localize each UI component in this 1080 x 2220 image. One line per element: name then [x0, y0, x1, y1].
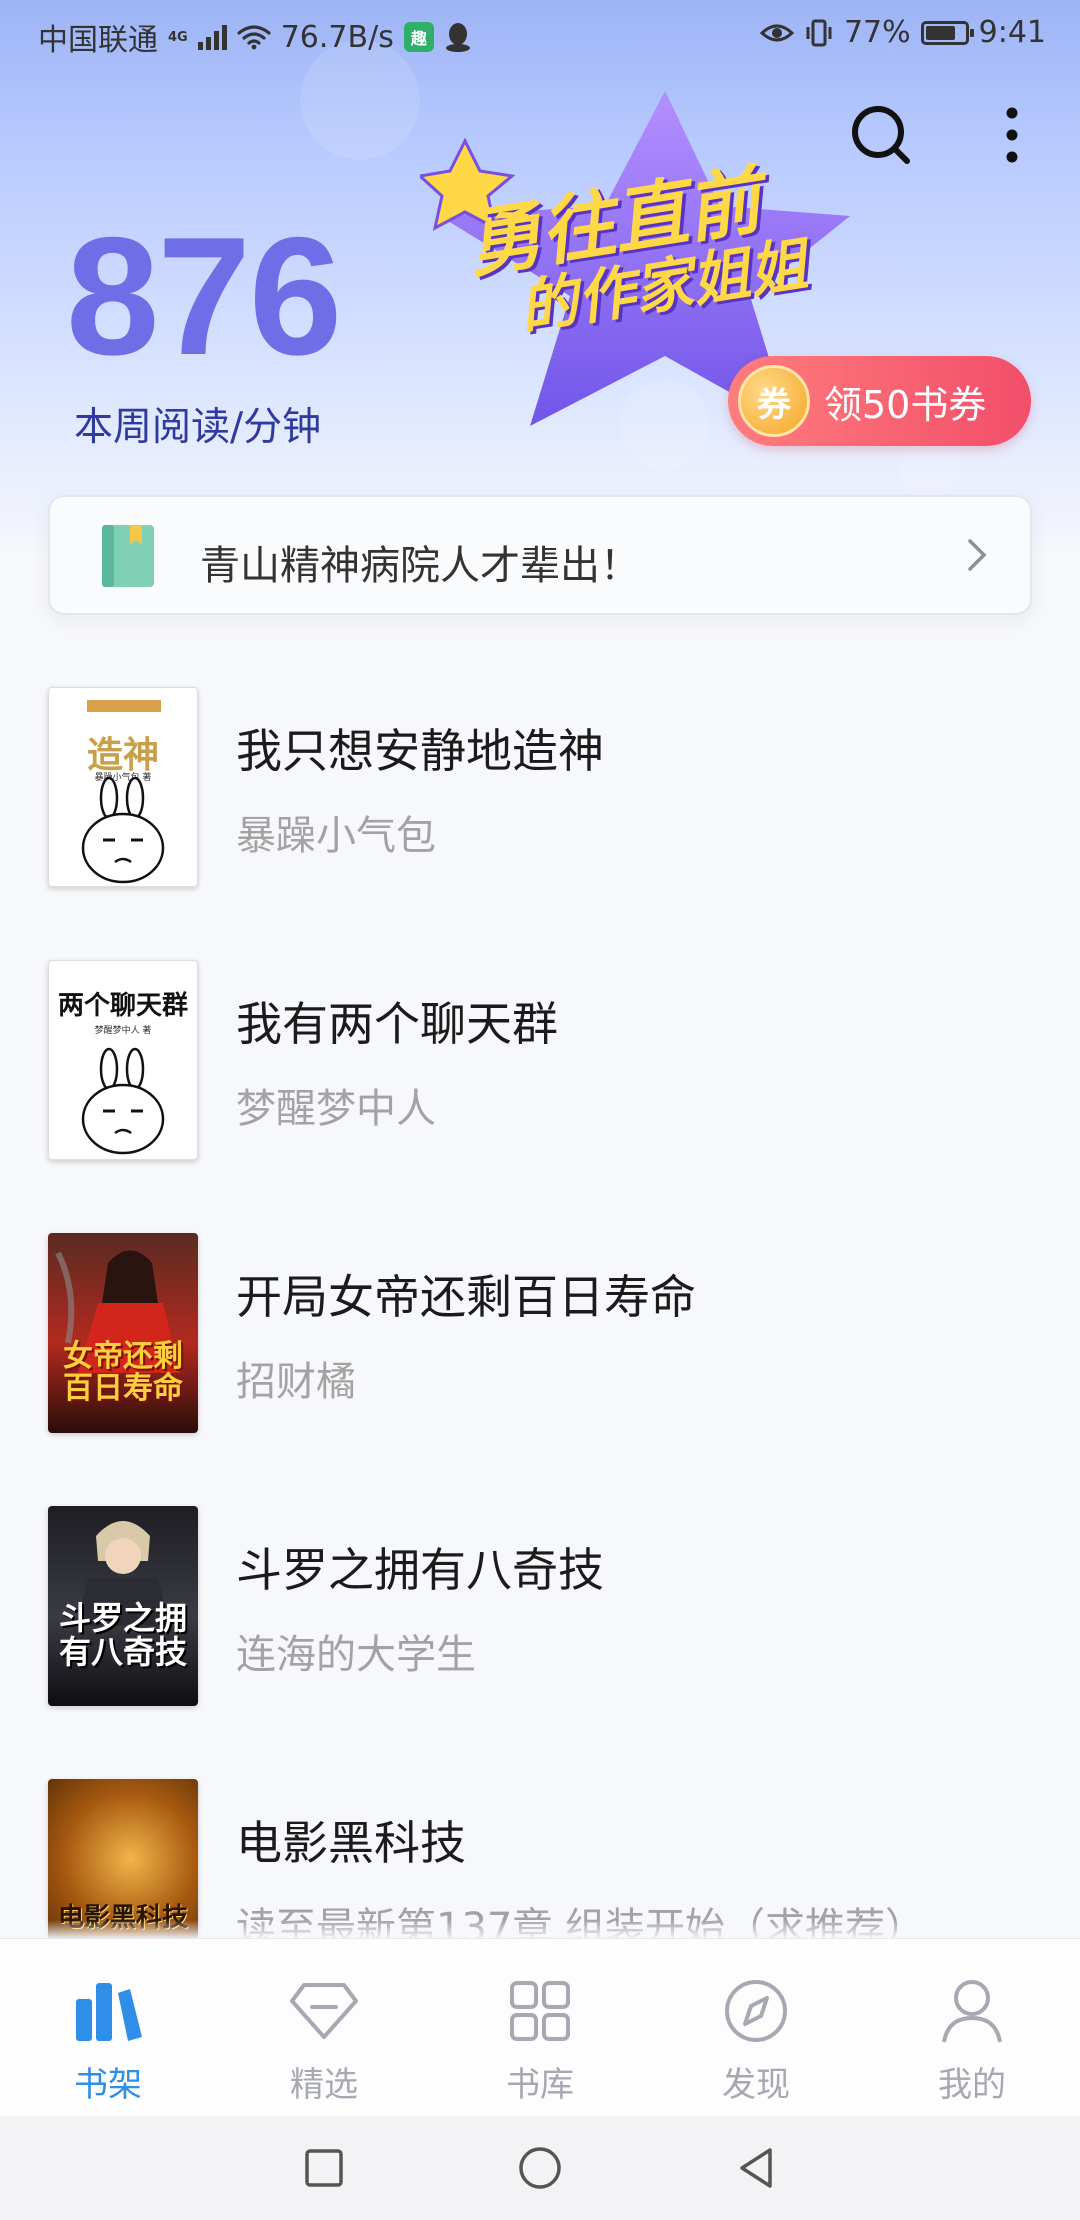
notice-banner[interactable]: 青山精神病院人才辈出！: [48, 495, 1032, 615]
tab-label: 精选: [290, 2065, 358, 2105]
list-fade: [0, 1920, 1080, 1940]
clock: 9:41: [978, 15, 1046, 50]
status-right: 77% 9:41: [759, 15, 1046, 50]
tab-label: 书库: [506, 2065, 574, 2105]
tab-discover[interactable]: 发现: [648, 1939, 864, 2117]
home-button[interactable]: [510, 2138, 570, 2198]
book-title: 开局女帝还剩百日寿命: [236, 1270, 696, 1324]
system-nav-bar: [0, 2116, 1080, 2220]
user-icon: [936, 1975, 1008, 2047]
tab-label: 书架: [74, 2065, 142, 2105]
more-vertical-icon: [1006, 107, 1018, 163]
battery-percent: 77%: [843, 15, 911, 50]
search-icon: [852, 106, 910, 164]
tab-profile[interactable]: 我的: [864, 1939, 1080, 2117]
book-item[interactable]: 女帝还剩百日寿命 开局女帝还剩百日寿命 招财橘: [0, 1233, 1080, 1453]
book-author: 连海的大学生: [236, 1632, 476, 1678]
grid-icon: [504, 1975, 576, 2047]
eye-icon: [759, 24, 794, 41]
compass-icon: [720, 1975, 792, 2047]
chevron-right-icon: [968, 539, 987, 571]
tab-featured[interactable]: 精选: [216, 1939, 432, 2117]
back-button[interactable]: [726, 2138, 786, 2198]
status-bar: 中国联通 4G 76.7B/s 趣 77% 9:41: [0, 0, 1080, 64]
more-options-button[interactable]: [980, 100, 1044, 170]
claim-coupon-button[interactable]: 券 领50书券: [728, 356, 1031, 446]
signal-icon: [197, 24, 227, 50]
decor-bubble: [900, 440, 960, 500]
book-cover[interactable]: 造神 暴躁小气包 著: [48, 687, 198, 887]
coupon-label: 领50书券: [824, 382, 987, 427]
header: 中国联通 4G 76.7B/s 趣 77% 9:41 勇往直前 的作家姐姐 87…: [0, 0, 1080, 560]
cover-title: 女帝还剩百日寿命: [63, 1339, 183, 1406]
cover-tag: [87, 700, 161, 712]
book-item[interactable]: 两个聊天群 梦醒梦中人 著 我有两个聊天群 梦醒梦中人: [0, 960, 1080, 1180]
tab-library[interactable]: 书库: [432, 1939, 648, 2117]
status-left: 中国联通 4G 76.7B/s 趣: [38, 15, 472, 59]
book-cover[interactable]: 斗罗之拥有八奇技: [48, 1506, 198, 1706]
book-item[interactable]: 斗罗之拥有八奇技 斗罗之拥有八奇技 连海的大学生: [0, 1506, 1080, 1726]
coupon-icon: 券: [738, 365, 810, 437]
weekly-read-count[interactable]: 876: [66, 212, 342, 380]
cover-title: 两个聊天群: [57, 991, 188, 1021]
bookshelf-icon: [72, 1975, 144, 2047]
recent-apps-button[interactable]: [294, 2138, 354, 2198]
tab-bookshelf[interactable]: 书架: [0, 1939, 216, 2117]
diamond-icon: [288, 1975, 360, 2047]
app-notification-icon: 趣: [403, 22, 434, 52]
vibrate-icon: [806, 19, 832, 46]
cover-title: 斗罗之拥有八奇技: [58, 1599, 187, 1671]
tab-label: 我的: [938, 2065, 1006, 2105]
circle-icon: [519, 2147, 561, 2189]
book-cover[interactable]: 女帝还剩百日寿命: [48, 1233, 198, 1433]
weekly-read-label: 本周阅读/分钟: [74, 405, 322, 450]
book-title: 我只想安静地造神: [236, 724, 604, 778]
book-author: 招财橘: [236, 1359, 356, 1405]
rabbit-illustration-icon: [81, 776, 165, 884]
wifi-icon: [237, 25, 271, 50]
bottom-tab-bar: 书架 精选 书库 发现 我的: [0, 1938, 1080, 2116]
tab-label: 发现: [722, 2065, 790, 2105]
back-triangle-icon: [740, 2148, 772, 2188]
book-item[interactable]: 造神 暴躁小气包 著 我只想安静地造神 暴躁小气包: [0, 687, 1080, 907]
square-icon: [305, 2149, 343, 2187]
net-speed: 76.7B/s: [280, 19, 394, 55]
book-title: 斗罗之拥有八奇技: [236, 1543, 604, 1597]
battery-icon: [920, 20, 974, 45]
carrier-label: 中国联通: [38, 23, 158, 58]
book-title: 我有两个聊天群: [236, 997, 558, 1051]
search-button[interactable]: [846, 100, 916, 170]
book-author: 暴躁小气包: [236, 813, 436, 859]
qq-icon: [445, 23, 470, 52]
book-icon: [102, 525, 154, 587]
book-author: 梦醒梦中人: [236, 1086, 436, 1132]
cover-author: 梦醒梦中人 著: [94, 1026, 152, 1036]
network-type: 4G: [168, 29, 188, 45]
rabbit-illustration-icon: [81, 1047, 165, 1155]
book-cover[interactable]: 两个聊天群 梦醒梦中人 著: [48, 960, 198, 1160]
notice-text: 青山精神病院人才辈出！: [200, 543, 640, 589]
book-title: 电影黑科技: [236, 1816, 466, 1870]
